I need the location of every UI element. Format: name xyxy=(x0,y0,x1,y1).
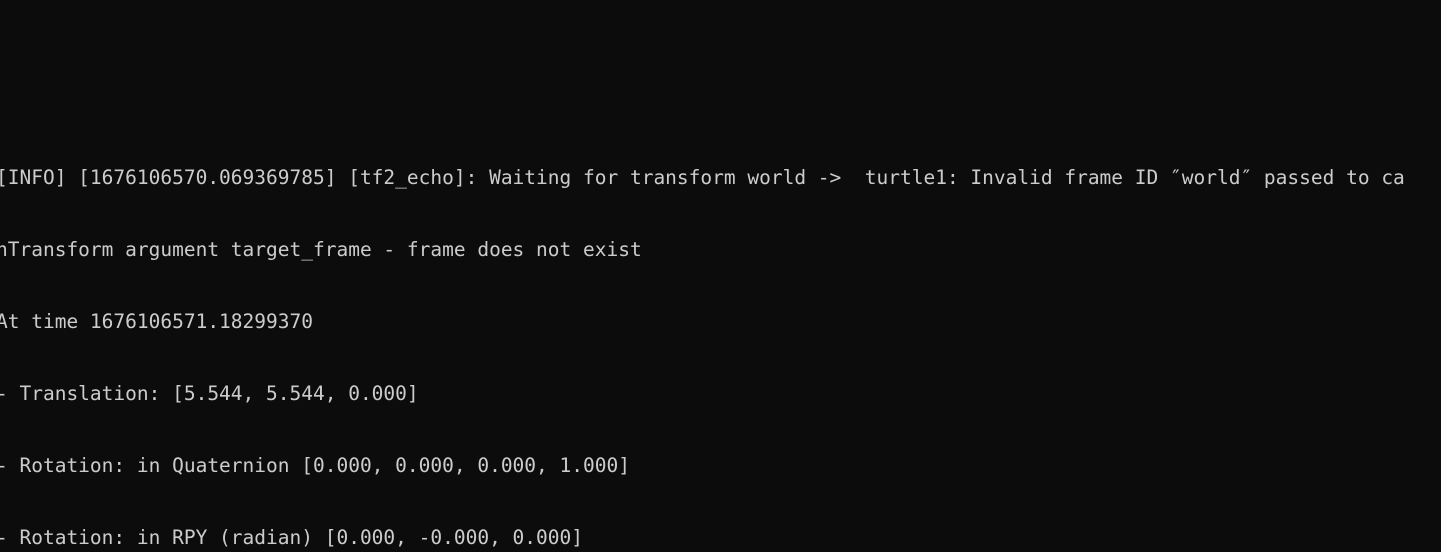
terminal-output-line: [INFO] [1676106570.069369785] [tf2_echo]… xyxy=(0,166,1405,189)
terminal-output-line: - Rotation: in Quaternion [0.000, 0.000,… xyxy=(0,454,630,477)
terminal-prompt-line: zzw@LAPTOP-48A1KBTU:~$ ros2 run tf2_ros … xyxy=(0,70,1441,94)
terminal-output-line: nTransform argument target_frame - frame… xyxy=(0,238,642,261)
terminal-output-line: - Rotation: in RPY (radian) [0.000, -0.0… xyxy=(0,526,583,549)
terminal-window[interactable]: zzw@LAPTOP-48A1KBTU:~$ ros2 run tf2_ros … xyxy=(0,0,1441,552)
terminal-screen[interactable]: zzw@LAPTOP-48A1KBTU:~$ ros2 run tf2_ros … xyxy=(0,0,1441,552)
terminal-output-line: At time 1676106571.18299370 xyxy=(0,310,313,333)
terminal-output-line: - Translation: [5.544, 5.544, 0.000] xyxy=(0,382,419,405)
